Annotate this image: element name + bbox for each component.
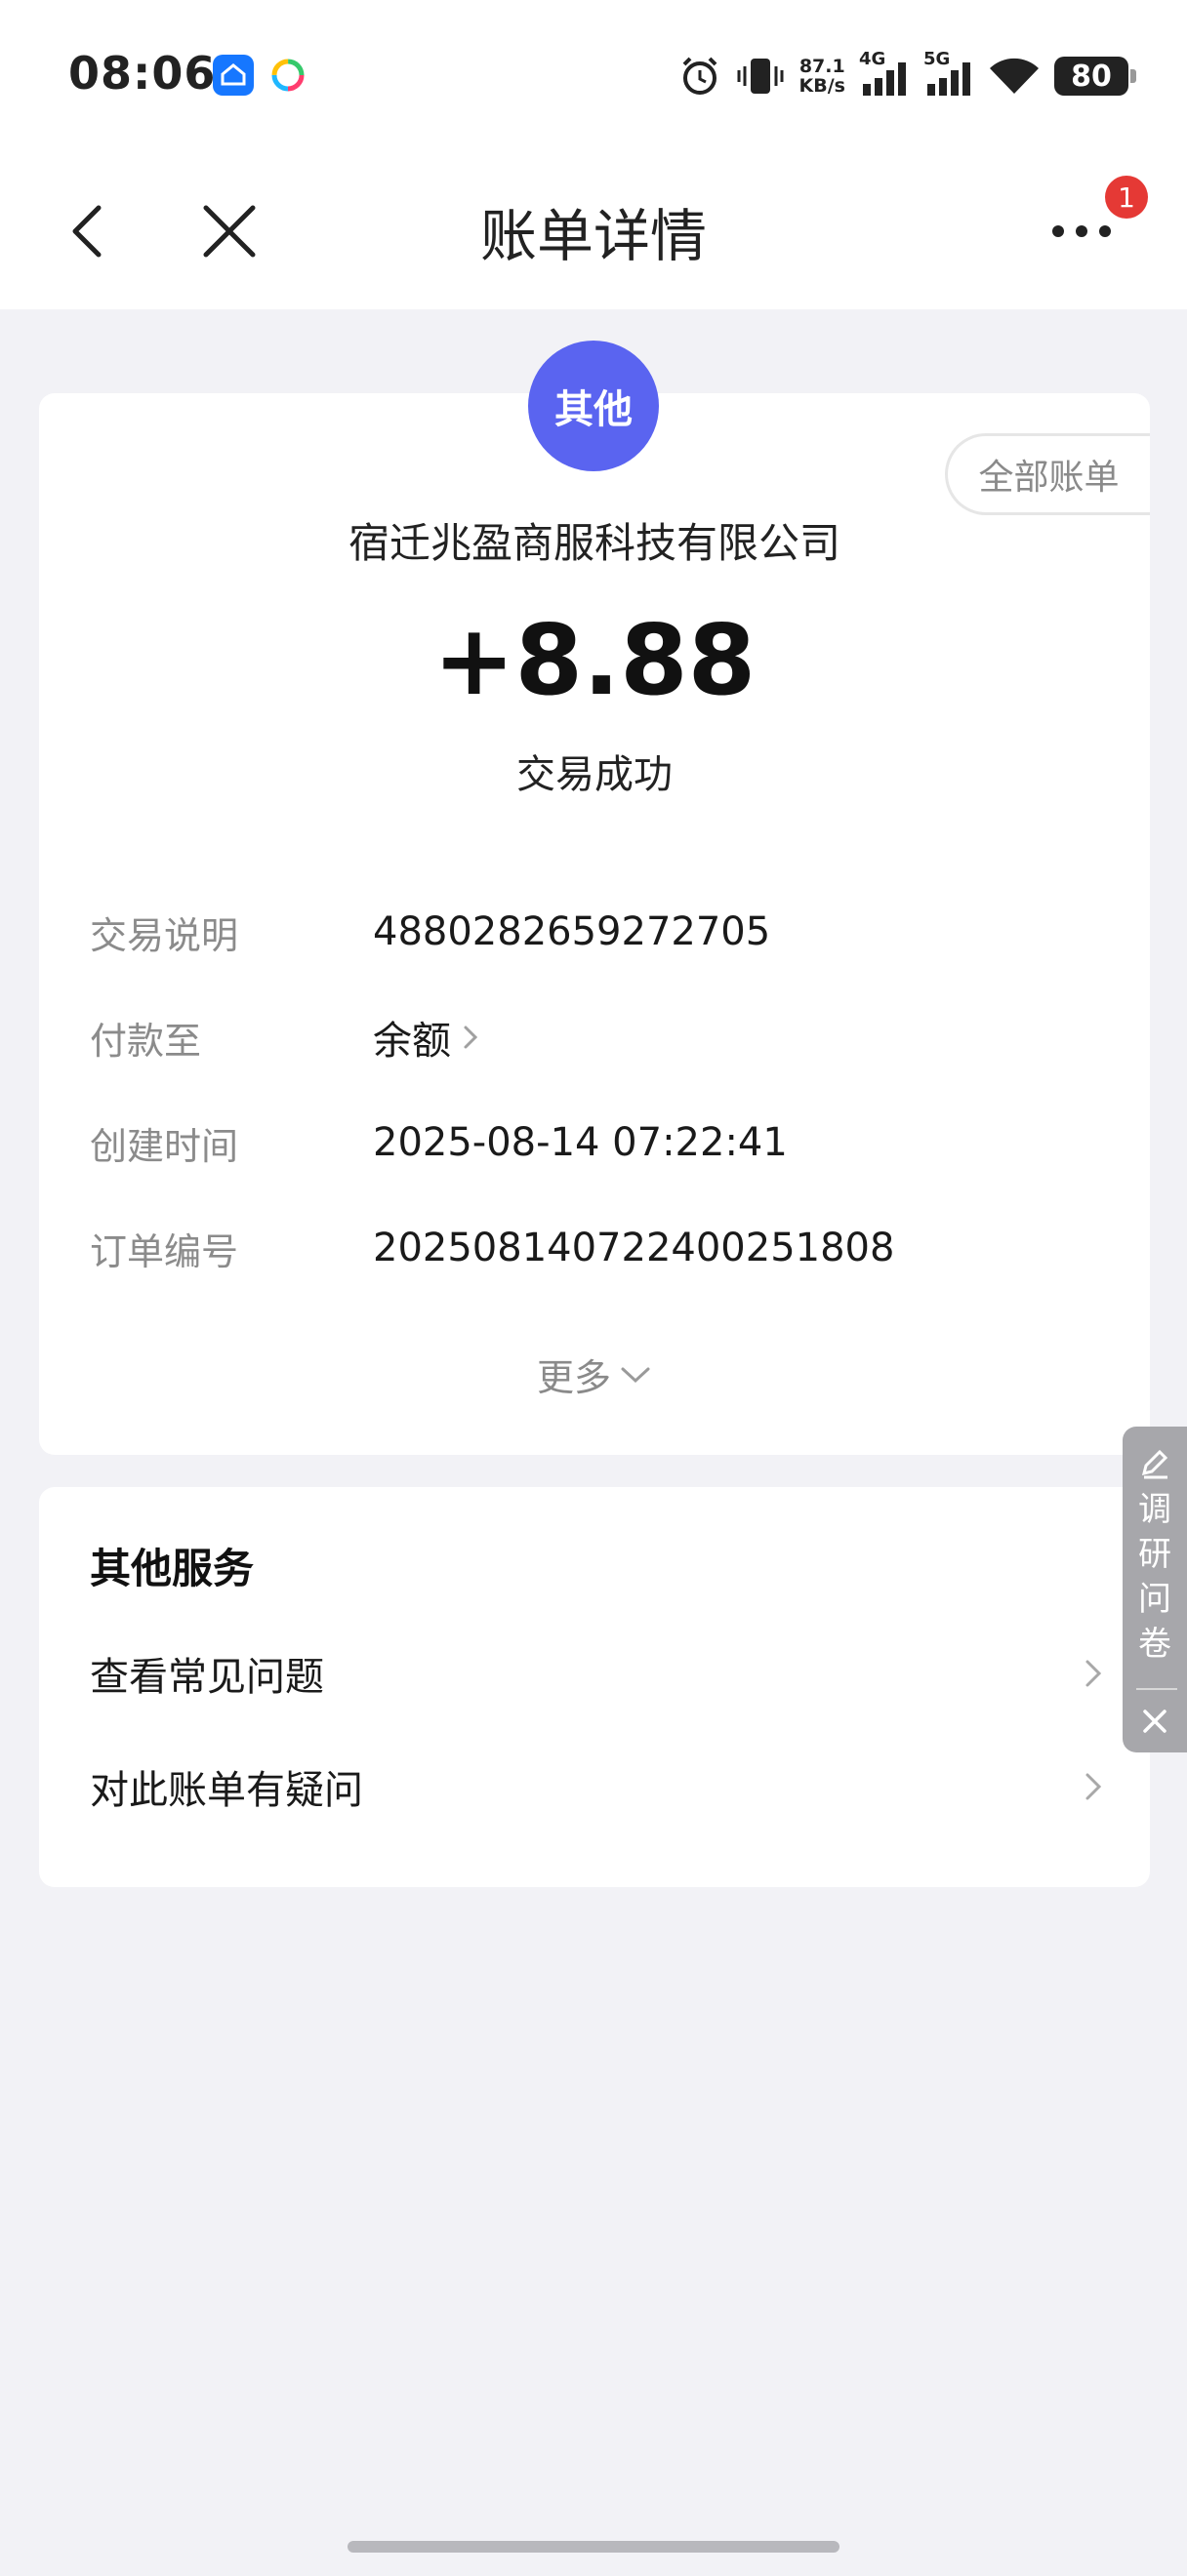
chevron-down-icon <box>621 1367 650 1383</box>
bill-question-item[interactable]: 对此账单有疑问 <box>90 1752 1105 1821</box>
detail-row-created-time: 创建时间 2025-08-14 07:22:41 <box>90 1113 1105 1172</box>
alarm-icon <box>682 57 716 95</box>
service-item-label: 对此账单有疑问 <box>90 1768 363 1813</box>
detail-value: 4880282659272705 <box>373 909 771 954</box>
chevron-right-icon <box>1085 1660 1102 1687</box>
survey-label: 调研问卷 <box>1138 1490 1171 1664</box>
chevron-right-icon <box>464 1026 478 1049</box>
more-dots-icon <box>1052 225 1111 237</box>
app-notification-icon <box>213 55 254 96</box>
merchant-name: 宿迁兆盈商服科技有限公司 <box>348 519 840 567</box>
signal-5g: 5G <box>923 49 974 98</box>
detail-label: 创建时间 <box>90 1124 239 1168</box>
detail-value: 20250814072240025180​8 <box>373 1226 895 1270</box>
status-time: 08:06 <box>68 47 217 100</box>
transaction-amount: +8.88 <box>432 603 757 717</box>
network-speed: 87.1 KB/s <box>799 57 845 96</box>
more-label: 更多 <box>536 1356 611 1399</box>
nav-bar: 账单详情 1 <box>0 151 1187 309</box>
other-services-card: 其他服务 查看常见问题 对此账单有疑问 <box>39 1487 1150 1887</box>
category-avatar: 其他 <box>528 341 659 471</box>
wifi-icon <box>990 58 1039 94</box>
detail-label: 交易说明 <box>90 913 239 957</box>
signal-icon <box>863 62 906 96</box>
chevron-right-icon <box>1085 1773 1102 1800</box>
detail-row-pay-to[interactable]: 付款至 余额 <box>90 1008 1105 1067</box>
edit-icon <box>1141 1449 1168 1479</box>
battery-level: 80 <box>1071 59 1112 94</box>
survey-floating-tab[interactable]: 调研问卷 <box>1123 1427 1187 1752</box>
detail-value: 2025-08-14 07:22:41 <box>373 1120 788 1165</box>
signal-4g: 4G <box>859 49 910 98</box>
status-bar: 08:06 87.1 KB/s 4G 5G 80 <box>0 0 1187 151</box>
close-icon[interactable] <box>1123 1700 1187 1743</box>
home-indicator[interactable] <box>348 2541 839 2553</box>
notification-badge: 1 <box>1105 176 1148 219</box>
battery-indicator: 80 <box>1054 57 1136 96</box>
status-icons: 87.1 KB/s 4G 5G 80 <box>678 49 1136 103</box>
transaction-status: 交易成功 <box>516 752 673 797</box>
faq-item[interactable]: 查看常见问题 <box>90 1639 1105 1708</box>
survey-divider <box>1136 1688 1177 1690</box>
net-speed-value: 87.1 <box>798 56 845 77</box>
all-bills-button[interactable]: 全部账单 <box>945 433 1150 515</box>
detail-row-order-number: 订单编号 20250814072240025180​8 <box>90 1219 1105 1277</box>
signal-icon <box>927 62 970 96</box>
service-item-label: 查看常见问题 <box>90 1655 324 1700</box>
more-button[interactable]: 更多 <box>39 1348 1150 1401</box>
app-notification-icon <box>267 55 308 96</box>
net-speed-unit: KB/s <box>798 75 845 97</box>
page-title: 账单详情 <box>479 203 707 269</box>
detail-label: 付款至 <box>90 1019 202 1063</box>
detail-label: 订单编号 <box>90 1229 239 1273</box>
vibrate-icon <box>737 59 784 94</box>
bill-detail-card: 其他 全部账单 宿迁兆盈商服科技有限公司 +8.88 交易成功 交易说明 488… <box>39 341 1150 1455</box>
detail-value: 余额 <box>373 1019 451 1064</box>
detail-row-description: 交易说明 4880282659272705 <box>90 903 1105 961</box>
services-title: 其他服务 <box>90 1545 255 1592</box>
